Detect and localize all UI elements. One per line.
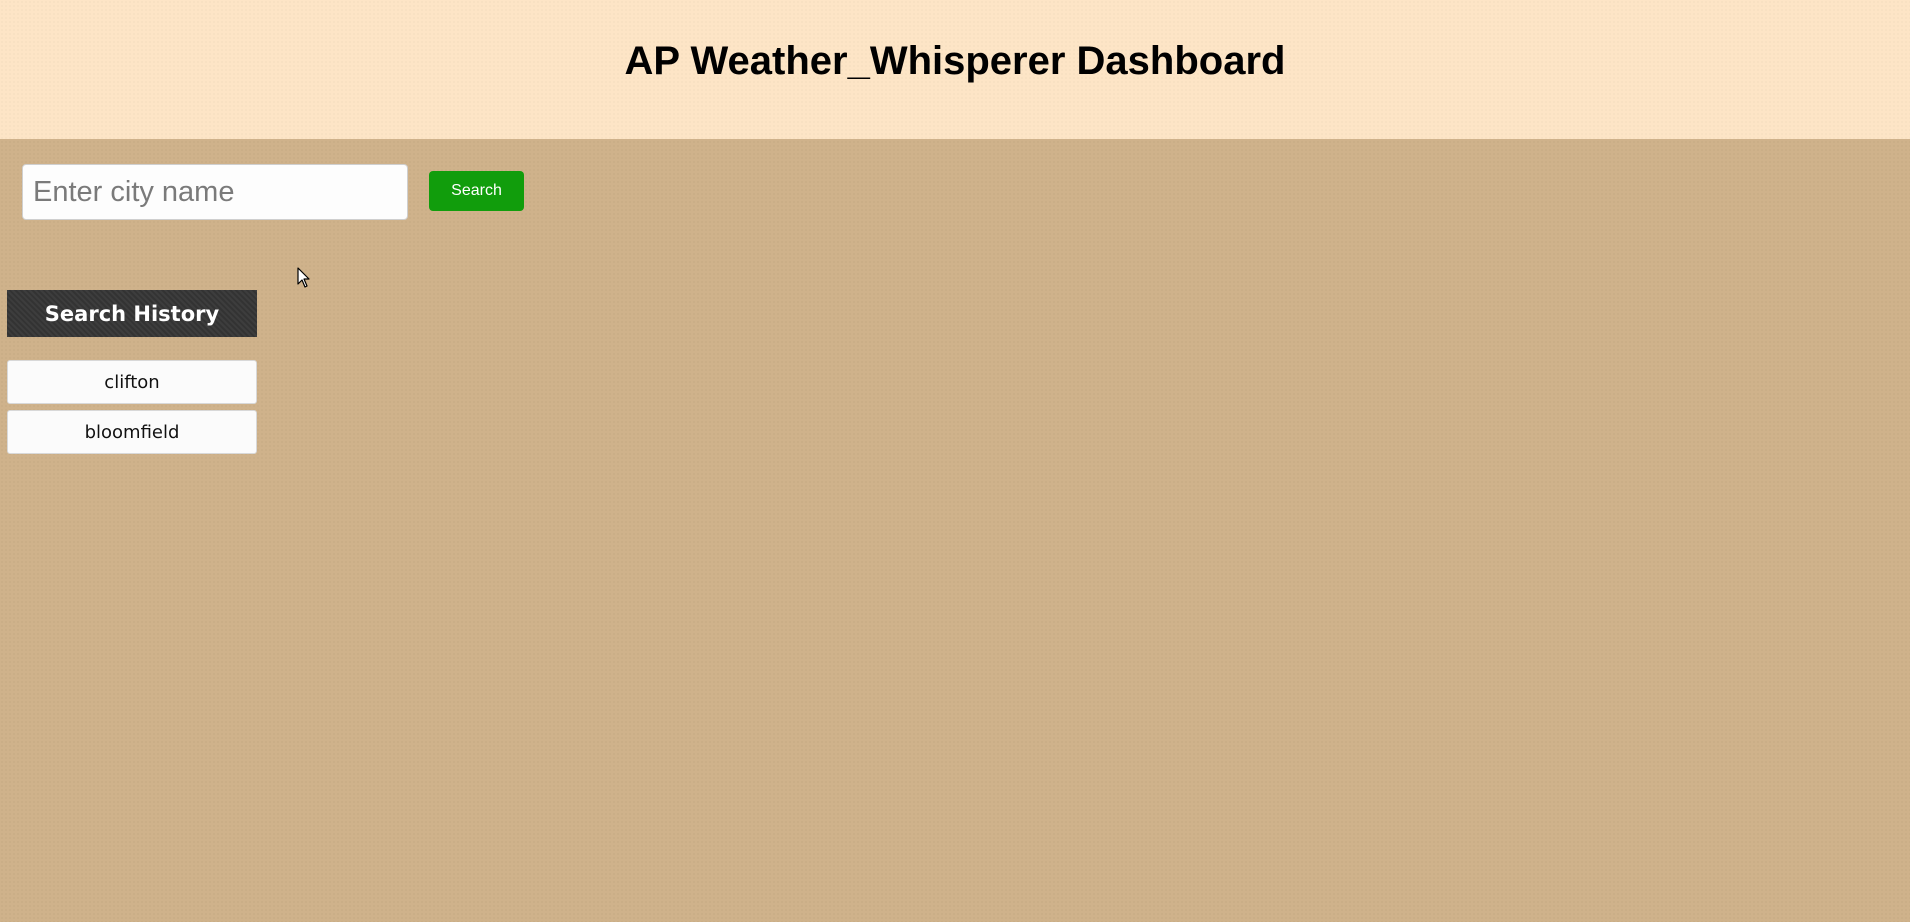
city-search-input[interactable] xyxy=(22,164,408,220)
page-title: AP Weather_Whisperer Dashboard xyxy=(624,39,1286,83)
search-history-title: Search History xyxy=(7,290,257,337)
mouse-pointer-icon xyxy=(297,267,310,288)
search-button[interactable]: Search xyxy=(429,171,524,211)
history-item-clifton[interactable]: clifton xyxy=(7,360,257,404)
search-history-list: clifton bloomfield xyxy=(7,360,257,460)
page-header: AP Weather_Whisperer Dashboard xyxy=(0,0,1910,139)
history-item-bloomfield[interactable]: bloomfield xyxy=(7,410,257,454)
